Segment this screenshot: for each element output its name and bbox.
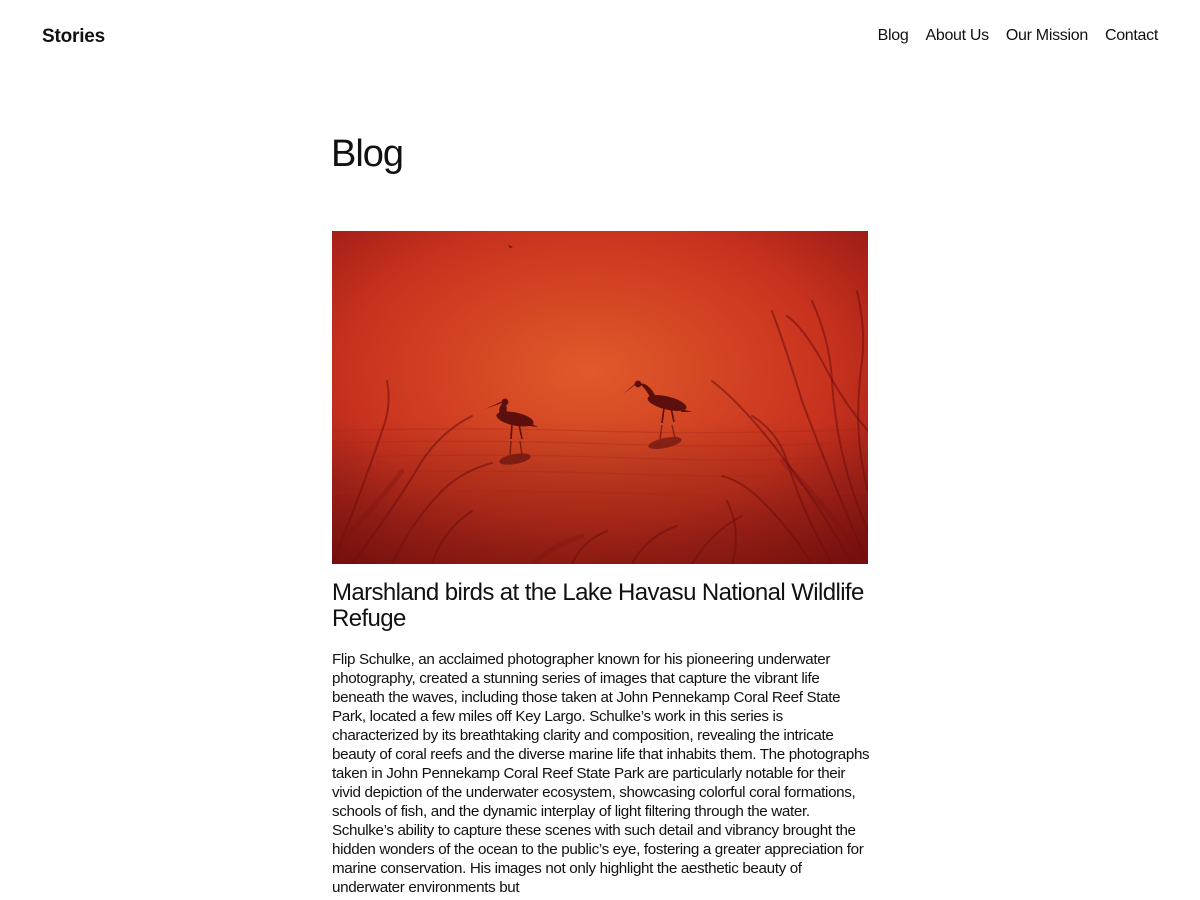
site-title-link[interactable]: Stories: [42, 26, 105, 48]
nav-link-about-us[interactable]: About Us: [925, 27, 989, 44]
nav-link-our-mission[interactable]: Our Mission: [1006, 27, 1088, 44]
nav-link-contact[interactable]: Contact: [1105, 27, 1158, 44]
featured-image-link[interactable]: [332, 231, 868, 564]
post-title: Marshland birds at the Lake Havasu Natio…: [332, 580, 868, 632]
nav-link-blog[interactable]: Blog: [878, 27, 909, 44]
nav-item-contact: Contact: [1105, 27, 1158, 45]
post-title-link[interactable]: Marshland birds at the Lake Havasu Natio…: [332, 579, 864, 632]
post-excerpt: Flip Schulke, an acclaimed photographer …: [332, 651, 870, 896]
nav-item-about-us: About Us: [925, 27, 989, 45]
site-header: Stories Blog About Us Our Mission Contac…: [0, 0, 1200, 76]
page-title: Blog: [331, 133, 404, 175]
primary-navigation: Blog About Us Our Mission Contact: [878, 27, 1159, 45]
nav-item-blog: Blog: [878, 27, 909, 45]
nav-item-our-mission: Our Mission: [1006, 27, 1088, 45]
featured-image-birds-at-sunset: [332, 231, 868, 564]
